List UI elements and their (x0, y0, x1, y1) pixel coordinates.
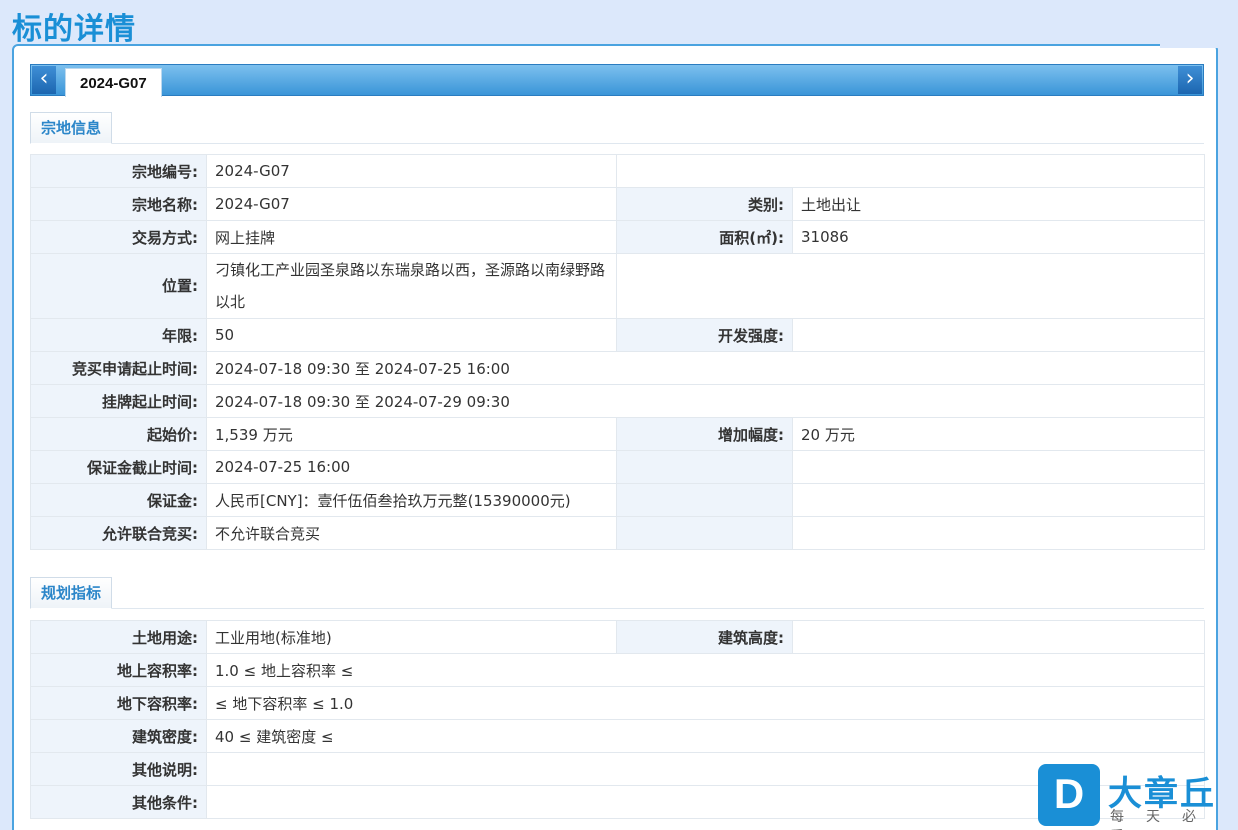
logo-tagline: 每天必看 (1110, 809, 1218, 830)
years-value: 50 (206, 318, 617, 352)
apply-period-label: 竞买申请起止时间: (30, 351, 207, 385)
parcel-name-value: 2024-G07 (206, 187, 617, 221)
far-label: 地上容积率: (30, 653, 207, 687)
empty-cell (792, 516, 1205, 550)
empty-cell (616, 253, 1205, 319)
years-label: 年限: (30, 318, 207, 352)
tab-bar: ‹ 2024-G07 › (30, 64, 1204, 97)
planning-table: 土地用途: 工业用地(标准地) 建筑高度: 地上容积率: 1.0 ≤ 地上容积率… (30, 620, 1205, 819)
tab-2024-g07[interactable]: 2024-G07 (65, 68, 162, 97)
panel-corner (1160, 44, 1220, 48)
parcel-info-table: 宗地编号: 2024-G07 宗地名称: 2024-G07 类别: 土地出让 交… (30, 154, 1205, 550)
joint-bid-value: 不允许联合竞买 (206, 516, 617, 550)
deposit-deadline-label: 保证金截止时间: (30, 450, 207, 484)
building-height-value (792, 620, 1205, 654)
building-density-label: 建筑密度: (30, 719, 207, 753)
parcel-code-label: 宗地编号: (30, 154, 207, 188)
empty-cell (616, 154, 1205, 188)
deposit-value: 人民币[CNY]：壹仟伍佰叁拾玖万元整(15390000元) (206, 483, 617, 517)
table-row: 建筑密度: 40 ≤ 建筑密度 ≤ (30, 719, 1205, 753)
table-row: 土地用途: 工业用地(标准地) 建筑高度: (30, 620, 1205, 654)
section-header-parcel: 宗地信息 (30, 110, 1204, 144)
land-use-value: 工业用地(标准地) (206, 620, 617, 654)
table-row: 允许联合竞买: 不允许联合竞买 (30, 516, 1205, 550)
parcel-type-value: 土地出让 (792, 187, 1205, 221)
table-row: 宗地名称: 2024-G07 类别: 土地出让 (30, 187, 1205, 221)
increment-value: 20 万元 (792, 417, 1205, 451)
empty-cell (792, 450, 1205, 484)
dev-intensity-value (792, 318, 1205, 352)
empty-label-cell (616, 483, 793, 517)
chevron-left-icon[interactable]: ‹ (32, 66, 56, 94)
other-notes-label: 其他说明: (30, 752, 207, 786)
deposit-deadline-value: 2024-07-25 16:00 (206, 450, 617, 484)
table-row: 保证金: 人民币[CNY]：壹仟伍佰叁拾玖万元整(15390000元) (30, 483, 1205, 517)
area-label: 面积(㎡): (616, 220, 793, 254)
deposit-label: 保证金: (30, 483, 207, 517)
empty-label-cell (616, 450, 793, 484)
underground-far-label: 地下容积率: (30, 686, 207, 720)
section-tab-parcel[interactable]: 宗地信息 (30, 112, 113, 144)
location-label: 位置: (30, 253, 207, 319)
other-conditions-label: 其他条件: (30, 785, 207, 819)
parcel-type-label: 类别: (616, 187, 793, 221)
underground-far-value: ≤ 地下容积率 ≤ 1.0 (206, 686, 1205, 720)
building-height-label: 建筑高度: (616, 620, 793, 654)
page-title: 标的详情 (12, 12, 136, 47)
apply-period-value: 2024-07-18 09:30 至 2024-07-25 16:00 (206, 351, 1205, 385)
dev-intensity-label: 开发强度: (616, 318, 793, 352)
table-row: 地下容积率: ≤ 地下容积率 ≤ 1.0 (30, 686, 1205, 720)
listing-period-label: 挂牌起止时间: (30, 384, 207, 418)
joint-bid-label: 允许联合竞买: (30, 516, 207, 550)
table-row: 竞买申请起止时间: 2024-07-18 09:30 至 2024-07-25 … (30, 351, 1205, 385)
trade-method-label: 交易方式: (30, 220, 207, 254)
logo-badge-icon: D (1038, 764, 1100, 826)
land-use-label: 土地用途: (30, 620, 207, 654)
parcel-code-value: 2024-G07 (206, 154, 617, 188)
area-value: 31086 (792, 220, 1205, 254)
table-row: 年限: 50 开发强度: (30, 318, 1205, 352)
table-row: 保证金截止时间: 2024-07-25 16:00 (30, 450, 1205, 484)
empty-cell (792, 483, 1205, 517)
start-price-value: 1,539 万元 (206, 417, 617, 451)
watermark-logo: D 大章丘 每天必看 (1038, 764, 1238, 830)
table-row: 地上容积率: 1.0 ≤ 地上容积率 ≤ (30, 653, 1205, 687)
section-tab-planning[interactable]: 规划指标 (30, 577, 113, 609)
chevron-right-icon[interactable]: › (1178, 66, 1202, 94)
table-row: 交易方式: 网上挂牌 面积(㎡): 31086 (30, 220, 1205, 254)
empty-label-cell (616, 516, 793, 550)
start-price-label: 起始价: (30, 417, 207, 451)
section-header-planning: 规划指标 (30, 575, 1204, 609)
table-row: 宗地编号: 2024-G07 (30, 154, 1205, 188)
table-row: 挂牌起止时间: 2024-07-18 09:30 至 2024-07-29 09… (30, 384, 1205, 418)
location-value: 刁镇化工产业园圣泉路以东瑞泉路以西，圣源路以南绿野路以北 (206, 253, 617, 319)
table-row: 其他说明: (30, 752, 1205, 786)
building-density-value: 40 ≤ 建筑密度 ≤ (206, 719, 1205, 753)
table-row: 位置: 刁镇化工产业园圣泉路以东瑞泉路以西，圣源路以南绿野路以北 (30, 253, 1205, 319)
increment-label: 增加幅度: (616, 417, 793, 451)
table-row: 起始价: 1,539 万元 增加幅度: 20 万元 (30, 417, 1205, 451)
table-row: 其他条件: (30, 785, 1205, 819)
trade-method-value: 网上挂牌 (206, 220, 617, 254)
far-value: 1.0 ≤ 地上容积率 ≤ (206, 653, 1205, 687)
listing-period-value: 2024-07-18 09:30 至 2024-07-29 09:30 (206, 384, 1205, 418)
parcel-name-label: 宗地名称: (30, 187, 207, 221)
detail-panel: ‹ 2024-G07 › 宗地信息 宗地编号: 2024-G07 宗地名称: 2… (12, 44, 1218, 830)
